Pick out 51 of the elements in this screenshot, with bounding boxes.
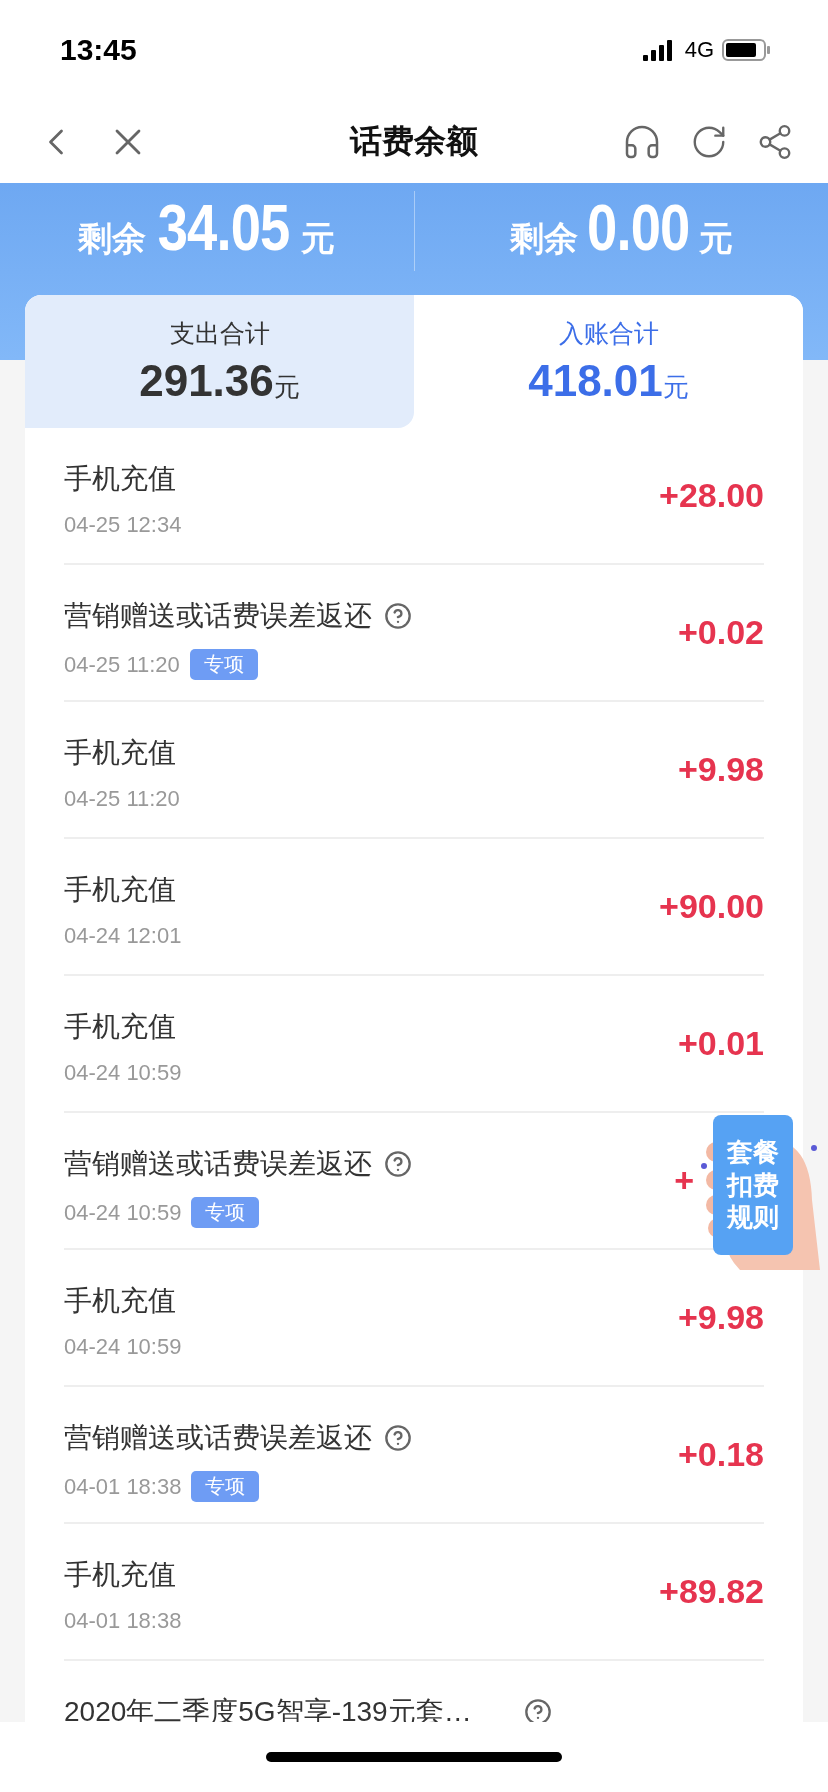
tag-label: 专项 [189, 649, 258, 680]
summary-tab[interactable]: 支出合计 291.36元 [25, 295, 414, 428]
package-rules-button[interactable]: 套餐扣费规则 [713, 1115, 793, 1255]
transaction-title: 营销赠送或话费误差返还 [64, 599, 372, 633]
transaction-amount: + [674, 1161, 694, 1200]
transaction-title: 手机充值 [64, 736, 176, 770]
transaction-amount: +89.82 [659, 1572, 764, 1611]
network-label: 4G [684, 37, 714, 63]
status-time: 13:45 [60, 33, 137, 67]
transaction-date: 04-24 10:59 [64, 1199, 182, 1226]
transaction-title: 营销赠送或话费误差返还 [64, 1147, 372, 1181]
transaction-amount: +90.00 [659, 887, 764, 926]
transaction-date: 04-25 11:20 [64, 651, 180, 678]
transaction-title: 手机充值 [64, 1558, 176, 1592]
transaction-date: 04-25 11:20 [64, 786, 180, 812]
transaction-amount: +0.01 [677, 1024, 764, 1063]
transaction-amount: +28.00 [659, 476, 764, 515]
tab-amount: 291.36 [139, 356, 274, 406]
transaction-date: 04-01 18:38 [64, 1473, 182, 1500]
transaction-date: 04-24 10:59 [64, 1060, 182, 1086]
currency-unit: 元 [698, 218, 733, 259]
tab-label: 入账合计 [558, 318, 659, 349]
balance-amount: 34.05 [157, 191, 290, 265]
transaction-amount: +0.02 [677, 613, 764, 652]
transaction-date: 04-24 12:01 [64, 923, 182, 949]
balance-label: 剩余 [78, 218, 147, 259]
currency-unit: 元 [301, 218, 336, 259]
tag-label: 专项 [191, 1471, 260, 1502]
transaction-amount: +9.98 [677, 1298, 764, 1337]
battery-icon [722, 39, 770, 61]
transaction-amount: +9.98 [677, 750, 764, 789]
transaction-date: 04-01 18:38 [64, 1608, 182, 1634]
page-title: 话费余额 [350, 121, 478, 161]
balance-label: 剩余 [509, 218, 578, 259]
tab-label: 支出合计 [169, 318, 270, 349]
transaction-title: 手机充值 [64, 873, 176, 907]
tab-amount: 418.01 [528, 356, 663, 406]
transaction-amount: +0.18 [677, 1435, 764, 1474]
help-icon[interactable] [384, 1150, 412, 1178]
help-icon[interactable] [384, 602, 412, 630]
balance-amount: 0.00 [587, 191, 690, 265]
transaction-title: 手机充值 [64, 462, 176, 496]
currency-unit: 元 [662, 371, 689, 404]
transaction-title: 手机充值 [64, 1284, 176, 1318]
transaction-date: 04-24 10:59 [64, 1334, 182, 1360]
transaction-title: 手机充值 [64, 1010, 176, 1044]
currency-unit: 元 [273, 371, 300, 404]
help-icon[interactable] [384, 1424, 412, 1452]
transaction-date: 04-25 12:34 [64, 512, 182, 538]
tag-label: 专项 [191, 1197, 260, 1228]
transaction-title: 营销赠送或话费误差返还 [64, 1421, 372, 1455]
